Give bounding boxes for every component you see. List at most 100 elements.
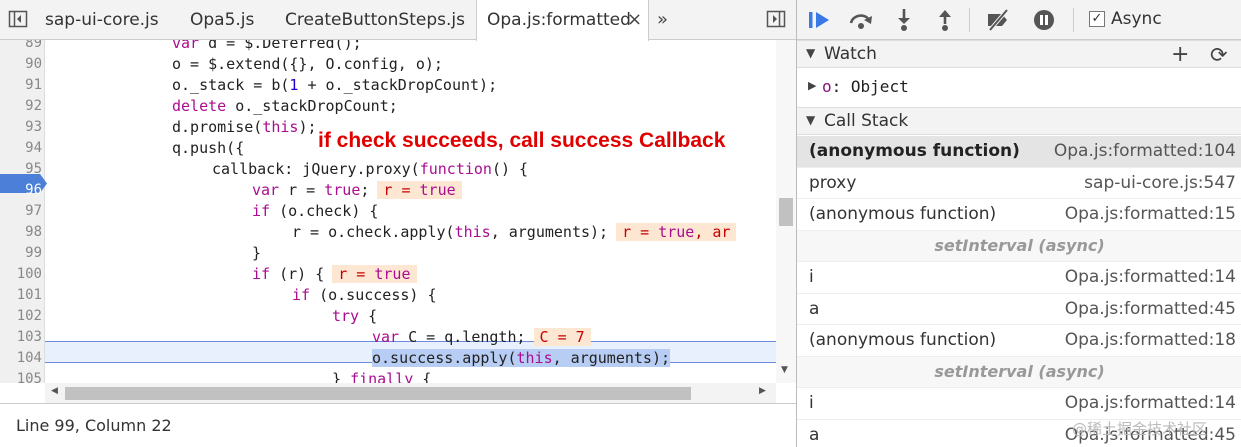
code-line: var C = q.length; C = 7 — [372, 327, 591, 348]
frame-function-name: i — [809, 267, 814, 287]
frame-location: Opa.js:formatted:45 — [1064, 298, 1236, 319]
call-frame[interactable]: i Opa.js:formatted:14 — [797, 388, 1241, 420]
vertical-scroll-thumb[interactable] — [779, 198, 793, 226]
call-frame[interactable]: proxy sap-ui-core.js:547 — [797, 168, 1241, 199]
code-editor[interactable]: 89 90 91 92 93 94 95 96 97 98 99 100 101 102 103 104 105… — [0, 40, 796, 383]
line-number[interactable]: 90 — [0, 54, 42, 75]
line-number[interactable]: 98 — [0, 222, 42, 243]
step-into-icon[interactable] — [891, 8, 917, 32]
code-line: try { — [332, 307, 378, 325]
debugger-sidebar: ✓ Async ▼ Watch + ⟳ ▶ o: Object ▼ Call S… — [796, 0, 1241, 447]
watch-expression-name: o — [822, 77, 832, 96]
toggle-navigator-icon[interactable] — [8, 9, 28, 29]
resume-icon[interactable] — [807, 8, 833, 32]
more-tabs-button[interactable]: » — [657, 0, 668, 40]
tab-opa-formatted[interactable]: Opa.js:formatted × — [476, 0, 649, 41]
code-line: if (o.success) { — [292, 286, 437, 304]
frame-function-name: setInterval (async) — [934, 235, 1105, 255]
toolbar-divider — [1073, 8, 1074, 32]
step-over-icon[interactable] — [848, 8, 874, 32]
line-number[interactable]: 91 — [0, 75, 42, 96]
watch-section-header[interactable]: ▼ Watch + ⟳ — [797, 40, 1241, 68]
step-out-icon[interactable] — [932, 8, 958, 32]
refresh-icon[interactable]: ⟳ — [1210, 43, 1228, 67]
watch-expression-text: o: Object — [822, 77, 909, 96]
collapse-triangle-icon[interactable]: ▼ — [806, 46, 815, 60]
line-number[interactable]: 93 — [0, 117, 42, 138]
call-frame[interactable]: (anonymous function) Opa.js:formatted:104 — [797, 136, 1241, 168]
line-number[interactable]: 97 — [0, 201, 42, 222]
line-number[interactable]: 101 — [0, 285, 42, 306]
line-number[interactable]: 104 — [0, 348, 42, 369]
horizontal-scrollbar[interactable]: ◀ ▶ — [45, 383, 776, 403]
frame-location: Opa.js:formatted:104 — [1053, 141, 1236, 161]
sources-editor-pane: sap-ui-core.js Opa5.js CreateButtonSteps… — [0, 0, 796, 447]
line-number[interactable]: 99 — [0, 243, 42, 264]
tab-opa5[interactable]: Opa5.js — [190, 0, 254, 40]
call-frame[interactable]: a Opa.js:formatted:45 — [797, 294, 1241, 325]
frame-function-name: i — [809, 393, 814, 413]
frame-function-name: proxy — [809, 172, 857, 193]
line-number[interactable]: 94 — [0, 138, 42, 159]
inline-variable-value: r = true — [377, 181, 462, 199]
watch-title: Watch — [824, 44, 877, 64]
tab-label: sap-ui-core.js — [45, 10, 159, 30]
code-line: o = $.extend({}, O.config, o); — [172, 55, 443, 73]
tab-label: Opa5.js — [190, 10, 255, 30]
watermark: @稀土掘金技术社区 — [1072, 420, 1208, 438]
line-number[interactable]: 103 — [0, 327, 42, 348]
tab-label: Opa.js:formatted — [487, 10, 631, 30]
call-frame[interactable]: i Opa.js:formatted:14 — [797, 262, 1241, 294]
frame-function-name: a — [809, 298, 820, 319]
scroll-right-arrow-icon[interactable]: ▶ — [759, 386, 766, 396]
async-separator: setInterval (async) — [797, 230, 1241, 262]
pause-on-exceptions-icon[interactable] — [1031, 8, 1057, 32]
line-number[interactable]: 100 — [0, 264, 42, 285]
code-line: d.promise(this); — [172, 118, 317, 136]
tab-sap-ui-core[interactable]: sap-ui-core.js — [45, 0, 159, 40]
frame-function-name: a — [809, 424, 820, 445]
vertical-scrollbar[interactable]: ▼ — [776, 40, 796, 383]
toolbar-divider — [969, 8, 970, 32]
frame-location: Opa.js:formatted:14 — [1064, 267, 1236, 287]
frame-function-name: (anonymous function) — [809, 204, 997, 224]
deactivate-breakpoints-icon[interactable] — [985, 8, 1011, 32]
watch-expression[interactable]: ▶ o: Object — [797, 70, 1241, 106]
line-number[interactable]: 92 — [0, 96, 42, 117]
line-number[interactable]: 89 — [0, 40, 42, 54]
editor-tab-bar: sap-ui-core.js Opa5.js CreateButtonSteps… — [0, 0, 796, 41]
code-line: o._stack = b(1 + o._stackDropCount); — [172, 76, 498, 94]
inline-variable-value: C = 7 — [533, 328, 591, 346]
call-frame[interactable]: (anonymous function) Opa.js:formatted:15 — [797, 199, 1241, 231]
editor-status-bar: Line 99, Column 22 — [0, 403, 796, 447]
inline-variable-value: r = true, ar — [616, 223, 737, 241]
call-stack-section-header[interactable]: ▼ Call Stack — [797, 107, 1241, 135]
tab-create-button-steps[interactable]: CreateButtonSteps.js — [285, 0, 465, 40]
scroll-down-arrow-icon[interactable]: ▼ — [781, 365, 788, 375]
line-number-gutter[interactable]: 89 90 91 92 93 94 95 96 97 98 99 100 101 102 103 104 105… — [0, 40, 45, 383]
code-line: q.push({ — [172, 139, 245, 157]
scroll-left-arrow-icon[interactable]: ◀ — [51, 386, 58, 396]
toggle-debugger-icon[interactable] — [766, 9, 786, 29]
watch-expression-value: : Object — [831, 77, 909, 96]
collapse-triangle-icon[interactable]: ▼ — [806, 113, 815, 127]
tab-label: CreateButtonSteps.js — [285, 10, 465, 30]
horizontal-scroll-thumb[interactable] — [65, 387, 691, 400]
code-line: if (o.check) { — [252, 202, 379, 220]
expand-triangle-icon[interactable]: ▶ — [808, 79, 816, 92]
async-checkbox[interactable]: ✓ — [1089, 11, 1105, 27]
close-icon[interactable]: × — [627, 0, 642, 40]
inline-variable-value: r = true — [332, 265, 417, 283]
call-stack-title: Call Stack — [824, 111, 909, 131]
cursor-position: Line 99, Column 22 — [16, 416, 172, 435]
frame-function-name: (anonymous function) — [809, 141, 1020, 161]
line-number[interactable]: 105 — [0, 369, 42, 383]
annotation-text: if check succeeds, call success Callback — [318, 129, 726, 152]
add-watch-button[interactable]: + — [1171, 43, 1189, 67]
line-number[interactable]: 96 — [0, 180, 42, 201]
frame-function-name: setInterval (async) — [934, 361, 1105, 381]
code-line: o.success.apply(this, arguments); — [372, 349, 671, 367]
debugger-toolbar: ✓ Async — [797, 0, 1241, 40]
call-frame[interactable]: (anonymous function) Opa.js:formatted:18 — [797, 325, 1241, 357]
line-number[interactable]: 102 — [0, 306, 42, 327]
